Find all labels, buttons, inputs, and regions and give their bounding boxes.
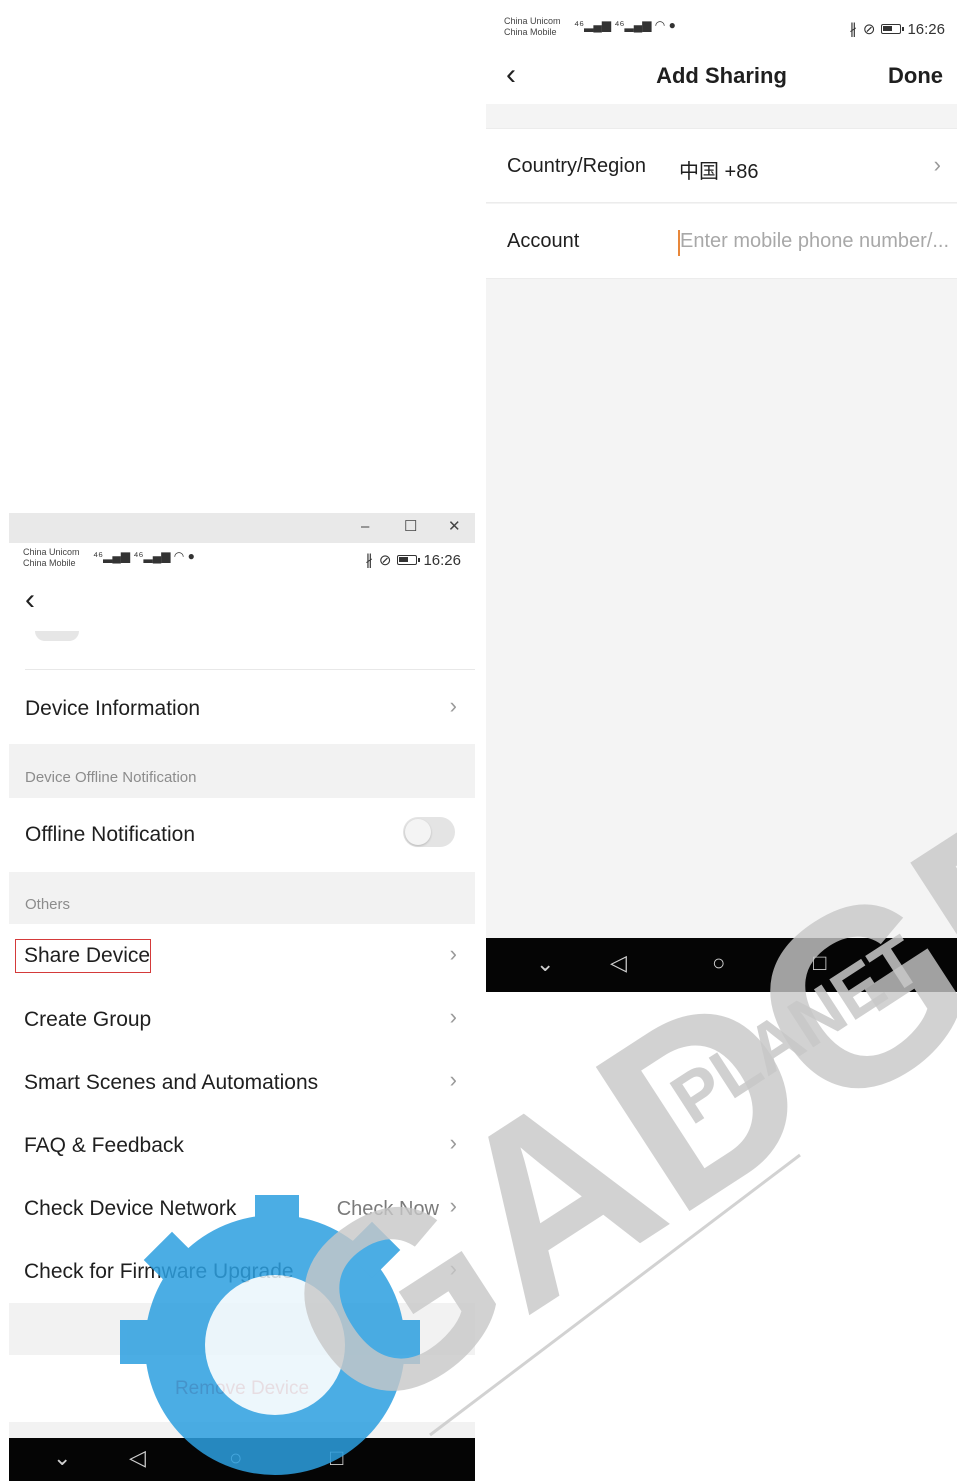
carrier-info: China Unicom China Mobile	[23, 547, 80, 569]
account-row: Account Enter mobile phone number/...	[486, 204, 957, 279]
bluetooth-icon: ∦	[365, 552, 373, 569]
window-titlebar: – ☐ ✕	[9, 513, 475, 543]
carrier-1: China Unicom	[23, 547, 80, 557]
android-nav-bar: ⌄ ◁ ○ □	[486, 938, 957, 992]
back-triangle-icon[interactable]: ◁	[610, 950, 627, 976]
country-region-label: Country/Region	[507, 155, 646, 177]
device-information-row[interactable]: Device Information ›	[9, 671, 475, 743]
chevron-down-icon[interactable]: ⌄	[53, 1445, 71, 1471]
home-circle-icon[interactable]: ○	[712, 950, 725, 976]
chevron-right-icon: ›	[933, 152, 941, 177]
smart-scenes-label: Smart Scenes and Automations	[24, 1071, 319, 1094]
list-item-smart-scenes[interactable]: Smart Scenes and Automations ›	[9, 1051, 475, 1114]
done-button[interactable]: Done	[888, 63, 943, 89]
recents-square-icon[interactable]: □	[330, 1445, 343, 1471]
add-sharing-header: China Unicom China Mobile ⁴⁶▂▄▆ ⁴⁶▂▄▆ ◠ …	[486, 0, 957, 104]
chevron-right-icon: ›	[449, 1004, 457, 1029]
list-item-firmware-upgrade[interactable]: Check for Firmware Upgrade ›	[9, 1240, 475, 1303]
others-section-label: Others	[25, 896, 71, 913]
watermark-underline	[429, 1153, 801, 1437]
offline-section-label: Device Offline Notification	[25, 769, 197, 786]
status-right: ∦ ⊘ 16:26	[365, 551, 461, 570]
account-input[interactable]: Enter mobile phone number/...	[680, 230, 957, 253]
section-spacer	[9, 1303, 475, 1355]
create-group-label: Create Group	[24, 1008, 152, 1031]
offline-notification-toggle[interactable]	[403, 817, 455, 847]
chevron-down-icon[interactable]: ⌄	[536, 951, 554, 977]
mute-icon: ⊘	[378, 552, 392, 569]
chevron-right-icon: ›	[449, 941, 457, 966]
offline-section-header: Device Offline Notification	[9, 744, 475, 798]
check-now-link[interactable]: Check Now	[337, 1198, 439, 1221]
bottom-spacer	[9, 1422, 475, 1438]
device-settings-screen: – ☐ ✕ China Unicom China Mobile ⁴⁶▂▄▆ ⁴⁶…	[9, 513, 475, 1481]
carrier-1: China Unicom	[504, 16, 561, 26]
close-icon[interactable]: ✕	[448, 517, 461, 535]
carrier-info: China Unicom China Mobile	[504, 16, 561, 38]
battery-icon	[881, 24, 905, 34]
device-image	[35, 631, 79, 641]
chevron-right-icon: ›	[449, 1256, 457, 1281]
status-time: 16:26	[907, 20, 945, 38]
list-item-check-network[interactable]: Check Device Network Check Now ›	[9, 1177, 475, 1240]
check-network-label: Check Device Network	[24, 1197, 237, 1220]
chevron-right-icon: ›	[449, 1067, 457, 1092]
chevron-right-icon: ›	[449, 1193, 457, 1218]
remove-device-button[interactable]: Remove Device	[9, 1356, 475, 1422]
divider	[25, 669, 475, 670]
minimize-icon[interactable]: –	[361, 518, 369, 535]
carrier-2: China Mobile	[504, 27, 557, 37]
faq-feedback-label: FAQ & Feedback	[24, 1134, 184, 1157]
firmware-upgrade-label: Check for Firmware Upgrade	[24, 1260, 294, 1283]
back-arrow-icon[interactable]: ‹	[25, 583, 35, 617]
chevron-right-icon: ›	[449, 693, 457, 718]
recents-square-icon[interactable]: □	[813, 950, 826, 976]
chevron-right-icon: ›	[449, 1130, 457, 1155]
country-region-row[interactable]: Country/Region 中国 +86 ›	[486, 128, 957, 203]
page-title: Add Sharing	[656, 63, 787, 88]
offline-notification-row: Offline Notification	[9, 799, 475, 871]
account-label: Account	[507, 230, 580, 252]
battery-icon	[397, 555, 421, 565]
maximize-icon[interactable]: ☐	[404, 517, 417, 535]
signal-icons: ⁴⁶▂▄▆ ⁴⁶▂▄▆ ◠ ●	[574, 18, 676, 32]
add-sharing-screen: China Unicom China Mobile ⁴⁶▂▄▆ ⁴⁶▂▄▆ ◠ …	[486, 0, 957, 992]
country-region-value: 中国 +86	[679, 161, 759, 183]
home-circle-icon[interactable]: ○	[229, 1445, 242, 1471]
back-triangle-icon[interactable]: ◁	[129, 1445, 146, 1471]
list-item-faq-feedback[interactable]: FAQ & Feedback ›	[9, 1114, 475, 1177]
android-nav-bar: ⌄ ◁ ○ □	[9, 1438, 475, 1481]
list-item-create-group[interactable]: Create Group ›	[9, 988, 475, 1051]
list-item-share-device[interactable]: Share Device ›	[9, 925, 475, 988]
bluetooth-icon: ∦	[849, 21, 857, 38]
others-section-header: Others	[9, 872, 475, 924]
mute-icon: ⊘	[862, 21, 876, 38]
status-right: ∦ ⊘ 16:26	[849, 20, 945, 39]
carrier-2: China Mobile	[23, 558, 76, 568]
offline-notification-label: Offline Notification	[25, 823, 196, 846]
status-time: 16:26	[423, 551, 461, 569]
device-information-label: Device Information	[25, 697, 201, 720]
remove-device-label: Remove Device	[174, 1378, 310, 1399]
share-device-label: Share Device	[24, 944, 151, 967]
signal-icons: ⁴⁶▂▄▆ ⁴⁶▂▄▆ ◠ ●	[93, 549, 195, 563]
